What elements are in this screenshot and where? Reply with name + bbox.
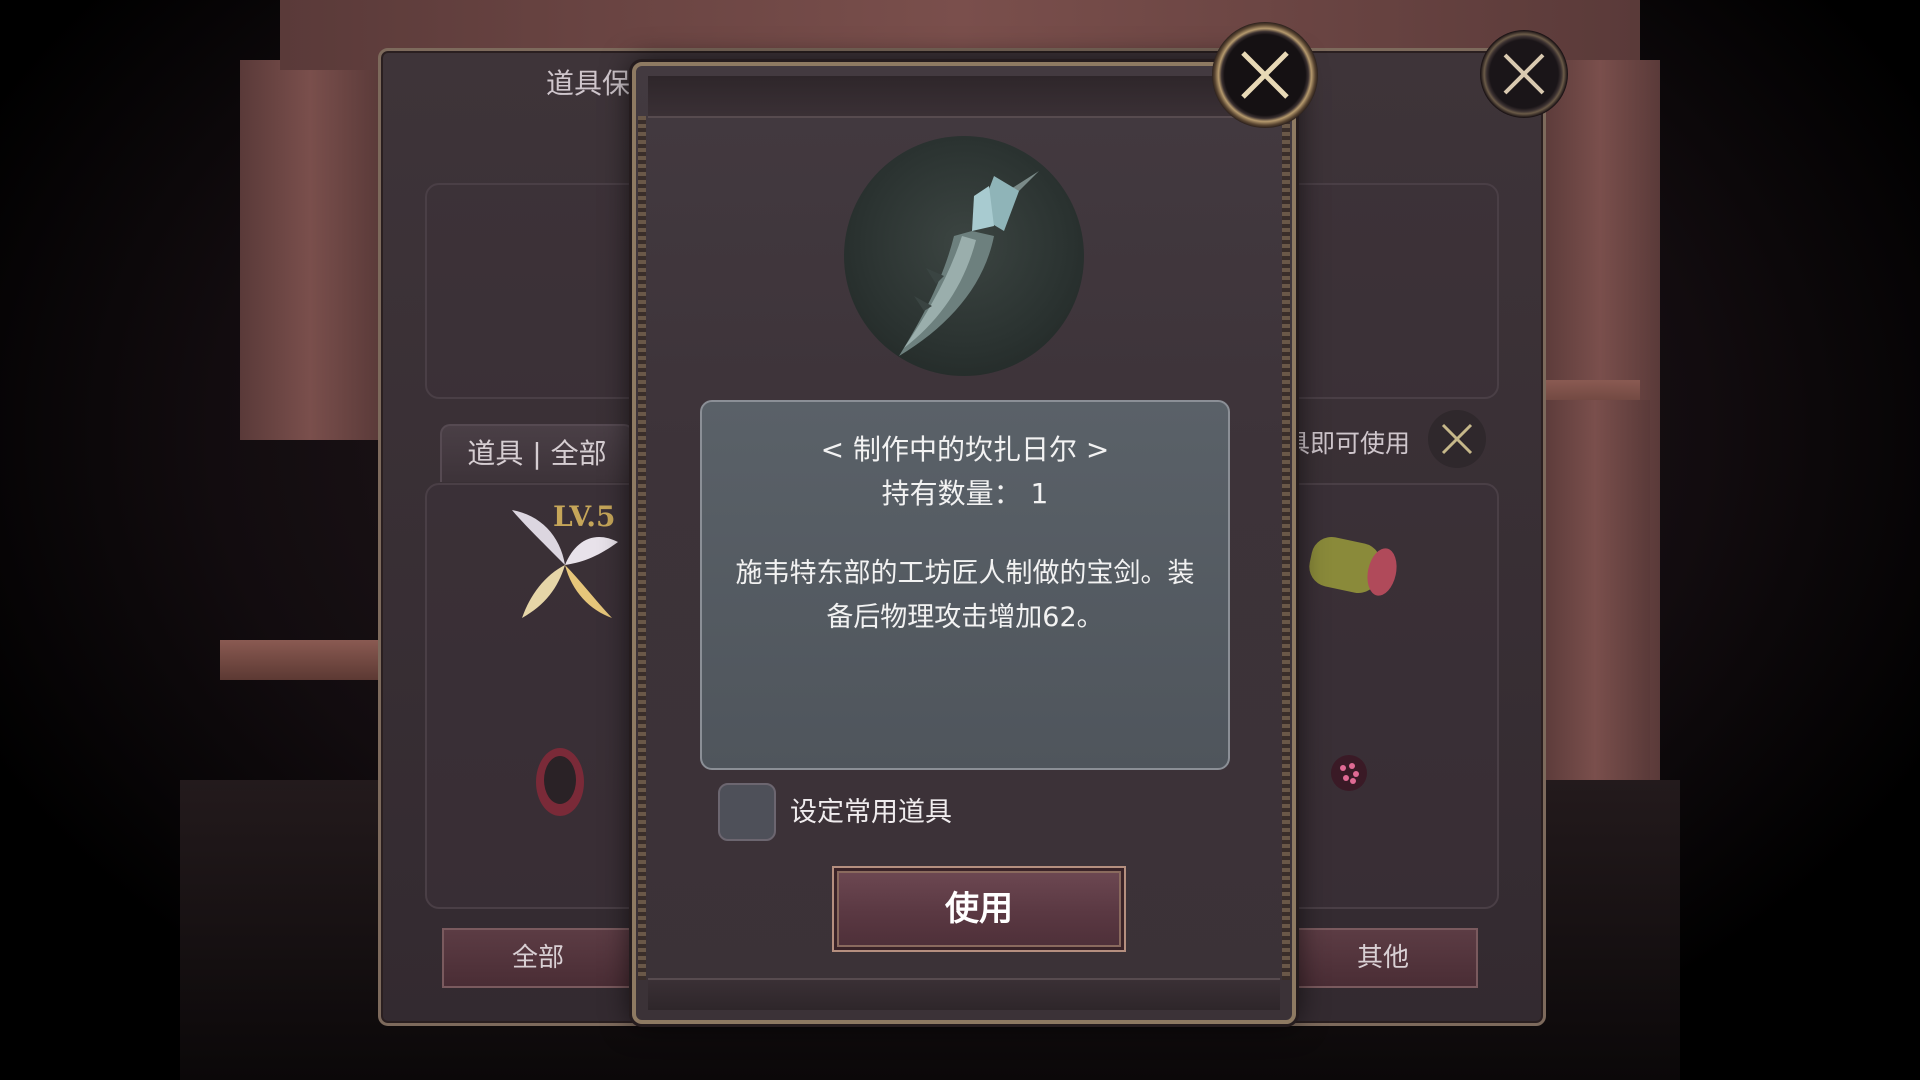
gem-icon[interactable] [1328, 752, 1370, 794]
dialog-footer-bar [648, 978, 1280, 1010]
food-icon[interactable] [1300, 520, 1400, 610]
close-icon [1441, 423, 1473, 455]
close-icon [1241, 51, 1289, 99]
close-icon [1503, 53, 1545, 95]
dialog-header-bar [648, 76, 1280, 118]
tab-other[interactable]: 其他 [1288, 928, 1478, 988]
dialog-border-right [1282, 116, 1290, 980]
dialog-border-left [638, 116, 646, 980]
item-info-box: < 制作中的坎扎日尔 > 持有数量： 1 施韦特东部的工坊匠人制做的宝剑。装备后… [700, 400, 1230, 770]
item-name: < 制作中的坎扎日尔 > [820, 433, 1110, 466]
favorite-item-label[interactable]: 设定常用道具 [790, 790, 952, 829]
background-wall [240, 60, 380, 440]
hint-close-button[interactable] [1428, 410, 1486, 468]
item-portrait [844, 136, 1084, 376]
favorite-item-checkbox[interactable] [718, 783, 776, 841]
item-count: 持有数量： 1 [881, 477, 1049, 510]
background-shelf [220, 640, 380, 680]
dialog-close-button[interactable] [1212, 22, 1318, 128]
sword-icon [899, 171, 1039, 356]
use-button[interactable]: 使用 [832, 866, 1126, 952]
background-wall [1540, 400, 1650, 820]
inventory-close-button[interactable] [1480, 30, 1568, 118]
tab-all[interactable]: 全部 [442, 928, 634, 988]
level-badge: LV.5 [553, 500, 616, 533]
inventory-tab-label[interactable]: 道具 | 全部 [440, 424, 634, 482]
item-description: 施韦特东部的工坊匠人制做的宝剑。装备后物理攻击增加62。 [735, 558, 1195, 633]
pouch-icon[interactable] [530, 740, 590, 820]
